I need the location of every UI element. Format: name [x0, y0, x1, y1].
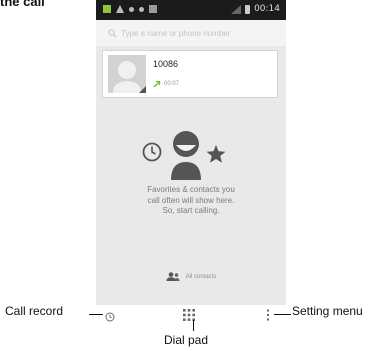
favorites-empty-line: call often will show here.	[147, 195, 235, 205]
phone-screen: 00:14 10086 00:07	[96, 0, 286, 305]
favorites-empty-state: Favorites & contacts you call often will…	[96, 130, 286, 217]
status-bar: 00:14	[96, 0, 286, 20]
usb-icon	[129, 6, 134, 12]
setting-menu-callout-label: Setting menu	[292, 304, 363, 318]
status-notification-icons	[103, 5, 157, 13]
favorites-empty-line: So, start calling.	[162, 206, 220, 215]
dial-pad-callout-line	[193, 320, 195, 331]
contact-person-illustration-icon	[171, 131, 201, 180]
recent-call-duration: 00:07	[164, 81, 180, 87]
search-icon	[108, 28, 117, 38]
clock-icon[interactable]	[105, 312, 115, 322]
notification-app-icon	[103, 5, 111, 13]
quick-contact-badge-icon	[139, 86, 146, 93]
document-heading: the call	[0, 0, 45, 9]
status-time: 00:14	[254, 4, 280, 14]
favorites-illustration	[96, 130, 286, 182]
favorites-empty-message: Favorites & contacts you call often will…	[96, 185, 286, 217]
recent-call-card[interactable]: 10086 00:07	[102, 50, 278, 98]
recent-call-number: 10086	[153, 59, 179, 69]
avatar-body-shape	[113, 81, 141, 93]
status-right-icons: 00:14	[231, 4, 280, 14]
all-contacts-button[interactable]: All contacts	[96, 272, 286, 281]
overflow-menu-icon[interactable]	[266, 309, 270, 321]
contacts-icon	[166, 272, 180, 281]
recent-call-meta: 00:07	[153, 80, 179, 88]
call-record-callout-label: Call record	[5, 304, 64, 318]
favorites-empty-line: Favorites & contacts you	[147, 185, 235, 194]
storage-icon	[149, 5, 157, 13]
star-icon	[206, 145, 226, 163]
search-input[interactable]	[121, 28, 271, 38]
setting-menu-callout-line	[274, 314, 291, 316]
battery-icon	[245, 4, 251, 14]
signal-icon	[231, 4, 242, 14]
all-contacts-label: All contacts	[185, 273, 217, 280]
contact-avatar[interactable]	[108, 55, 146, 93]
search-bar[interactable]	[96, 20, 286, 46]
outgoing-call-icon	[153, 80, 161, 88]
warning-icon	[116, 5, 124, 13]
bottom-action-bar	[96, 305, 286, 331]
dial-pad-callout-label: Dial pad	[164, 333, 209, 347]
sync-icon	[139, 6, 144, 12]
clock-illustration-icon	[142, 142, 162, 162]
call-record-callout-line	[89, 314, 103, 316]
avatar-head-shape	[118, 61, 136, 79]
